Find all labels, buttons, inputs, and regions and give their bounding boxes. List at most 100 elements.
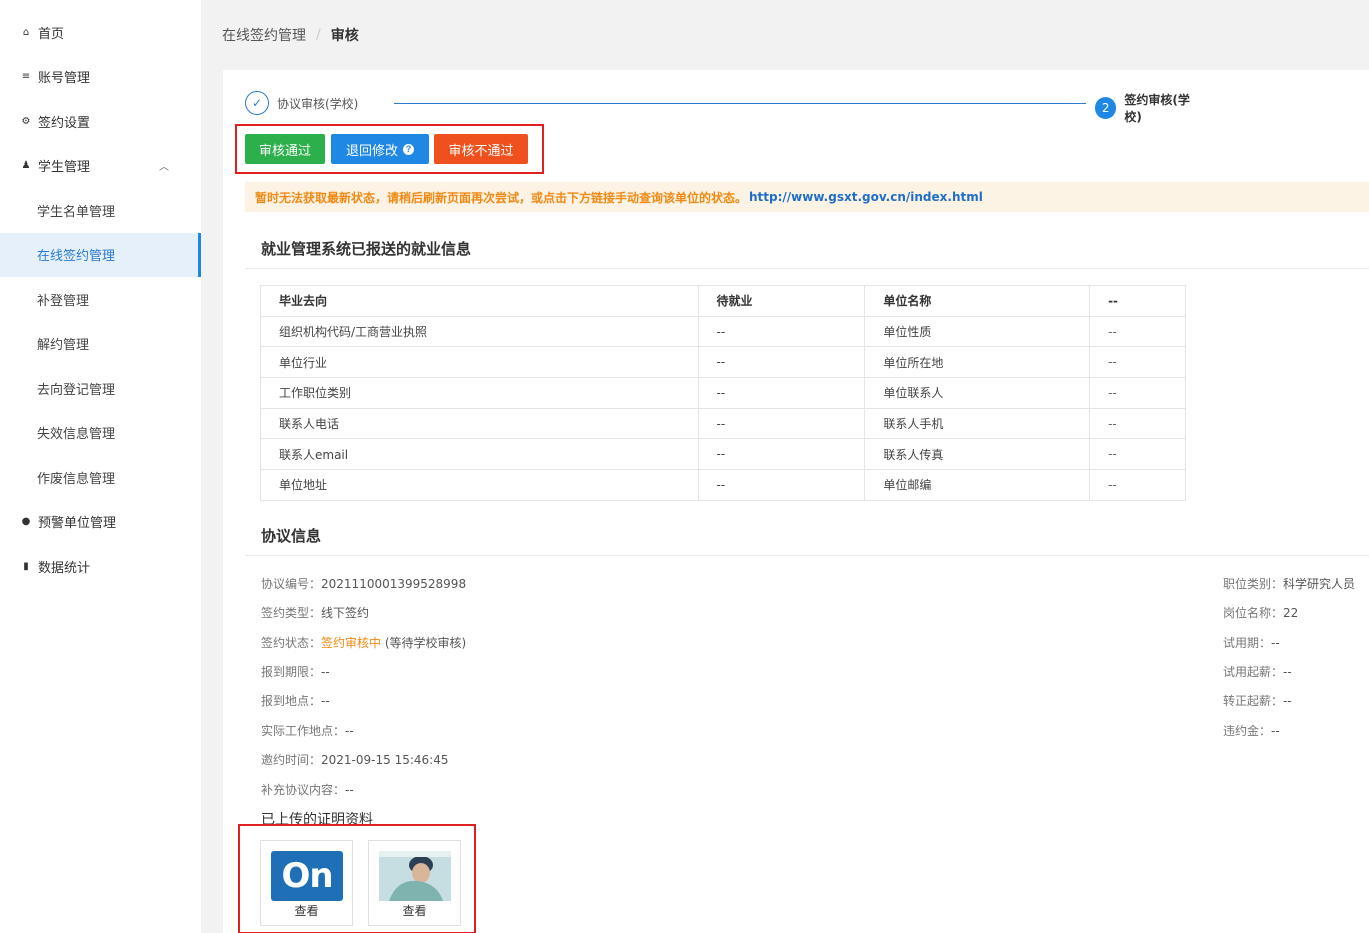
regular-salary: 转正起薪：--	[1223, 692, 1292, 709]
sidebar-item-label: 账号管理	[38, 71, 91, 87]
table-cell: 工作职位类别	[260, 377, 699, 409]
table-cell: --	[1089, 315, 1186, 348]
sidebar-item-label: 失效信息管理	[37, 427, 116, 443]
sign-status-value: 签约审核中	[321, 636, 382, 650]
report-period-value: --	[321, 665, 330, 679]
table-cell: 毕业去向	[260, 285, 699, 317]
table-cell: --	[697, 407, 866, 440]
table-cell: 联系人传真	[864, 438, 1091, 471]
extra-content: 补充协议内容：--	[261, 781, 354, 798]
sign-status-note: (等待学校审核)	[384, 636, 467, 650]
upload-thumbnail[interactable]: On 查看	[260, 840, 353, 926]
table-row: 毕业去向 待就业 单位名称 --	[260, 285, 1186, 317]
table-cell: 单位联系人	[864, 377, 1091, 409]
sidebar-item-label: 解约管理	[37, 338, 90, 354]
report-place-label: 报到地点：	[261, 694, 322, 708]
table-cell: --	[697, 469, 866, 501]
sidebar-item-sign-settings[interactable]: ⚙ 签约设置	[0, 99, 201, 144]
sign-type-label: 签约类型：	[261, 606, 322, 620]
sidebar-item-label: 数据统计	[38, 560, 91, 576]
help-icon[interactable]: ?	[403, 143, 414, 155]
trial-period-value: --	[1271, 636, 1280, 650]
post-name-label: 岗位名称：	[1223, 606, 1284, 620]
sidebar-item-destination[interactable]: 去向登记管理	[0, 366, 201, 411]
sidebar-item-label: 预警单位管理	[38, 516, 117, 532]
work-place-value: --	[345, 724, 354, 738]
sidebar-item-students[interactable]: ♟ 学生管理 ︿	[0, 144, 201, 189]
sidebar-item-label: 签约设置	[38, 115, 91, 131]
list-icon: ≡	[21, 71, 31, 83]
table-row: 单位行业 -- 单位所在地 --	[260, 346, 1186, 379]
table-cell: --	[697, 377, 866, 409]
breadcrumb-parent[interactable]: 在线签约管理	[222, 25, 306, 45]
users-icon: ♟	[21, 160, 31, 172]
view-link[interactable]: 查看	[261, 902, 352, 919]
table-cell: 单位性质	[864, 315, 1091, 348]
sidebar-item-accounts[interactable]: ≡ 账号管理	[0, 55, 201, 100]
table-cell: 联系人电话	[260, 407, 699, 440]
table-cell: --	[1089, 438, 1186, 471]
penalty: 违约金：--	[1223, 722, 1280, 739]
divider	[245, 268, 1369, 269]
table-row: 单位地址 -- 单位邮编 --	[260, 469, 1186, 501]
sidebar: ⌂ 首页 ≡ 账号管理 ⚙ 签约设置 ♟ 学生管理 ︿ 学生名单管理 在线签约管…	[0, 0, 201, 933]
reject-button[interactable]: 审核不通过	[434, 134, 528, 164]
view-link[interactable]: 查看	[369, 902, 460, 919]
invite-time-value: 2021-09-15 15:46:45	[321, 753, 449, 767]
sidebar-item-warning-units[interactable]: ● 预警单位管理	[0, 500, 201, 545]
approve-button[interactable]: 审核通过	[245, 134, 325, 164]
step-connector	[394, 103, 1086, 104]
agreement-no-value: 2021110001399528998	[321, 577, 467, 591]
table-cell: --	[1089, 407, 1186, 440]
table-cell: 组织机构代码/工商营业执照	[260, 315, 699, 348]
sign-type: 签约类型：线下签约	[261, 604, 369, 621]
sidebar-item-supplement[interactable]: 补登管理	[0, 277, 201, 322]
report-period-label: 报到期限：	[261, 665, 322, 679]
sidebar-item-invalid[interactable]: 失效信息管理	[0, 411, 201, 456]
person-photo-icon	[379, 851, 451, 901]
invite-time: 邀约时间：2021-09-15 15:46:45	[261, 751, 448, 768]
sidebar-item-termination[interactable]: 解约管理	[0, 322, 201, 367]
table-row: 组织机构代码/工商营业执照 -- 单位性质 --	[260, 315, 1186, 348]
agreement-no-label: 协议编号：	[261, 577, 322, 591]
step-1: ✓ 协议审核(学校)	[245, 91, 358, 115]
employment-table: 毕业去向 待就业 单位名称 -- 组织机构代码/工商营业执照 -- 单位性质 -- 单位行业 --…	[260, 285, 1186, 501]
upload-thumbnail[interactable]: 查看	[368, 840, 461, 926]
step-2: 2 签约审核(学校)	[1095, 91, 1205, 125]
sidebar-item-label: 作废信息管理	[37, 471, 116, 487]
content-panel: ✓ 协议审核(学校) 2 签约审核(学校) 审核通过 退回修改 ? 审核不通过 …	[223, 70, 1369, 933]
trial-salary-value: --	[1283, 665, 1292, 679]
step-progress: ✓ 协议审核(学校) 2 签约审核(学校)	[245, 90, 1205, 124]
sidebar-item-statistics[interactable]: ▮ 数据统计	[0, 544, 201, 589]
report-period: 报到期限：--	[261, 663, 330, 680]
warning-banner: 暂时无法获取最新状态，请稍后刷新页面再次尝试，或点击下方链接手动查询该单位的状态…	[245, 182, 1369, 212]
job-category-value: 科学研究人员	[1283, 577, 1356, 591]
table-cell: --	[1089, 377, 1186, 409]
return-for-edit-label: 退回修改	[345, 142, 398, 158]
return-for-edit-button[interactable]: 退回修改 ?	[331, 134, 429, 164]
gsxt-link[interactable]: http://www.gsxt.gov.cn/index.html	[749, 190, 983, 204]
breadcrumb-separator: /	[316, 27, 321, 43]
sidebar-item-void[interactable]: 作废信息管理	[0, 455, 201, 500]
job-category: 职位类别：科学研究人员	[1223, 575, 1355, 592]
sidebar-item-home[interactable]: ⌂ 首页	[0, 10, 201, 55]
warning-text: 暂时无法获取最新状态，请稍后刷新页面再次尝试，或点击下方链接手动查询该单位的状态…	[255, 190, 748, 205]
sidebar-item-label: 学生管理	[38, 160, 91, 176]
check-icon: ✓	[245, 91, 269, 115]
sidebar-item-student-list[interactable]: 学生名单管理	[0, 188, 201, 233]
sidebar-item-label: 首页	[38, 26, 65, 42]
sign-type-value: 线下签约	[321, 606, 370, 620]
job-category-label: 职位类别：	[1223, 577, 1284, 591]
work-place-label: 实际工作地点：	[261, 724, 346, 738]
table-cell: 单位名称	[864, 285, 1091, 317]
penalty-label: 违约金：	[1223, 724, 1272, 738]
breadcrumb: 在线签约管理 / 审核	[201, 0, 1369, 70]
sidebar-item-online-sign[interactable]: 在线签约管理	[0, 232, 201, 277]
post-name-value: 22	[1283, 606, 1299, 620]
table-cell: --	[1089, 469, 1186, 501]
agreement-section-title: 协议信息	[261, 527, 322, 545]
table-cell: 联系人手机	[864, 407, 1091, 440]
chevron-up-icon[interactable]: ︿	[159, 158, 169, 173]
regular-salary-value: --	[1283, 694, 1292, 708]
gear-icon: ⚙	[21, 115, 31, 127]
